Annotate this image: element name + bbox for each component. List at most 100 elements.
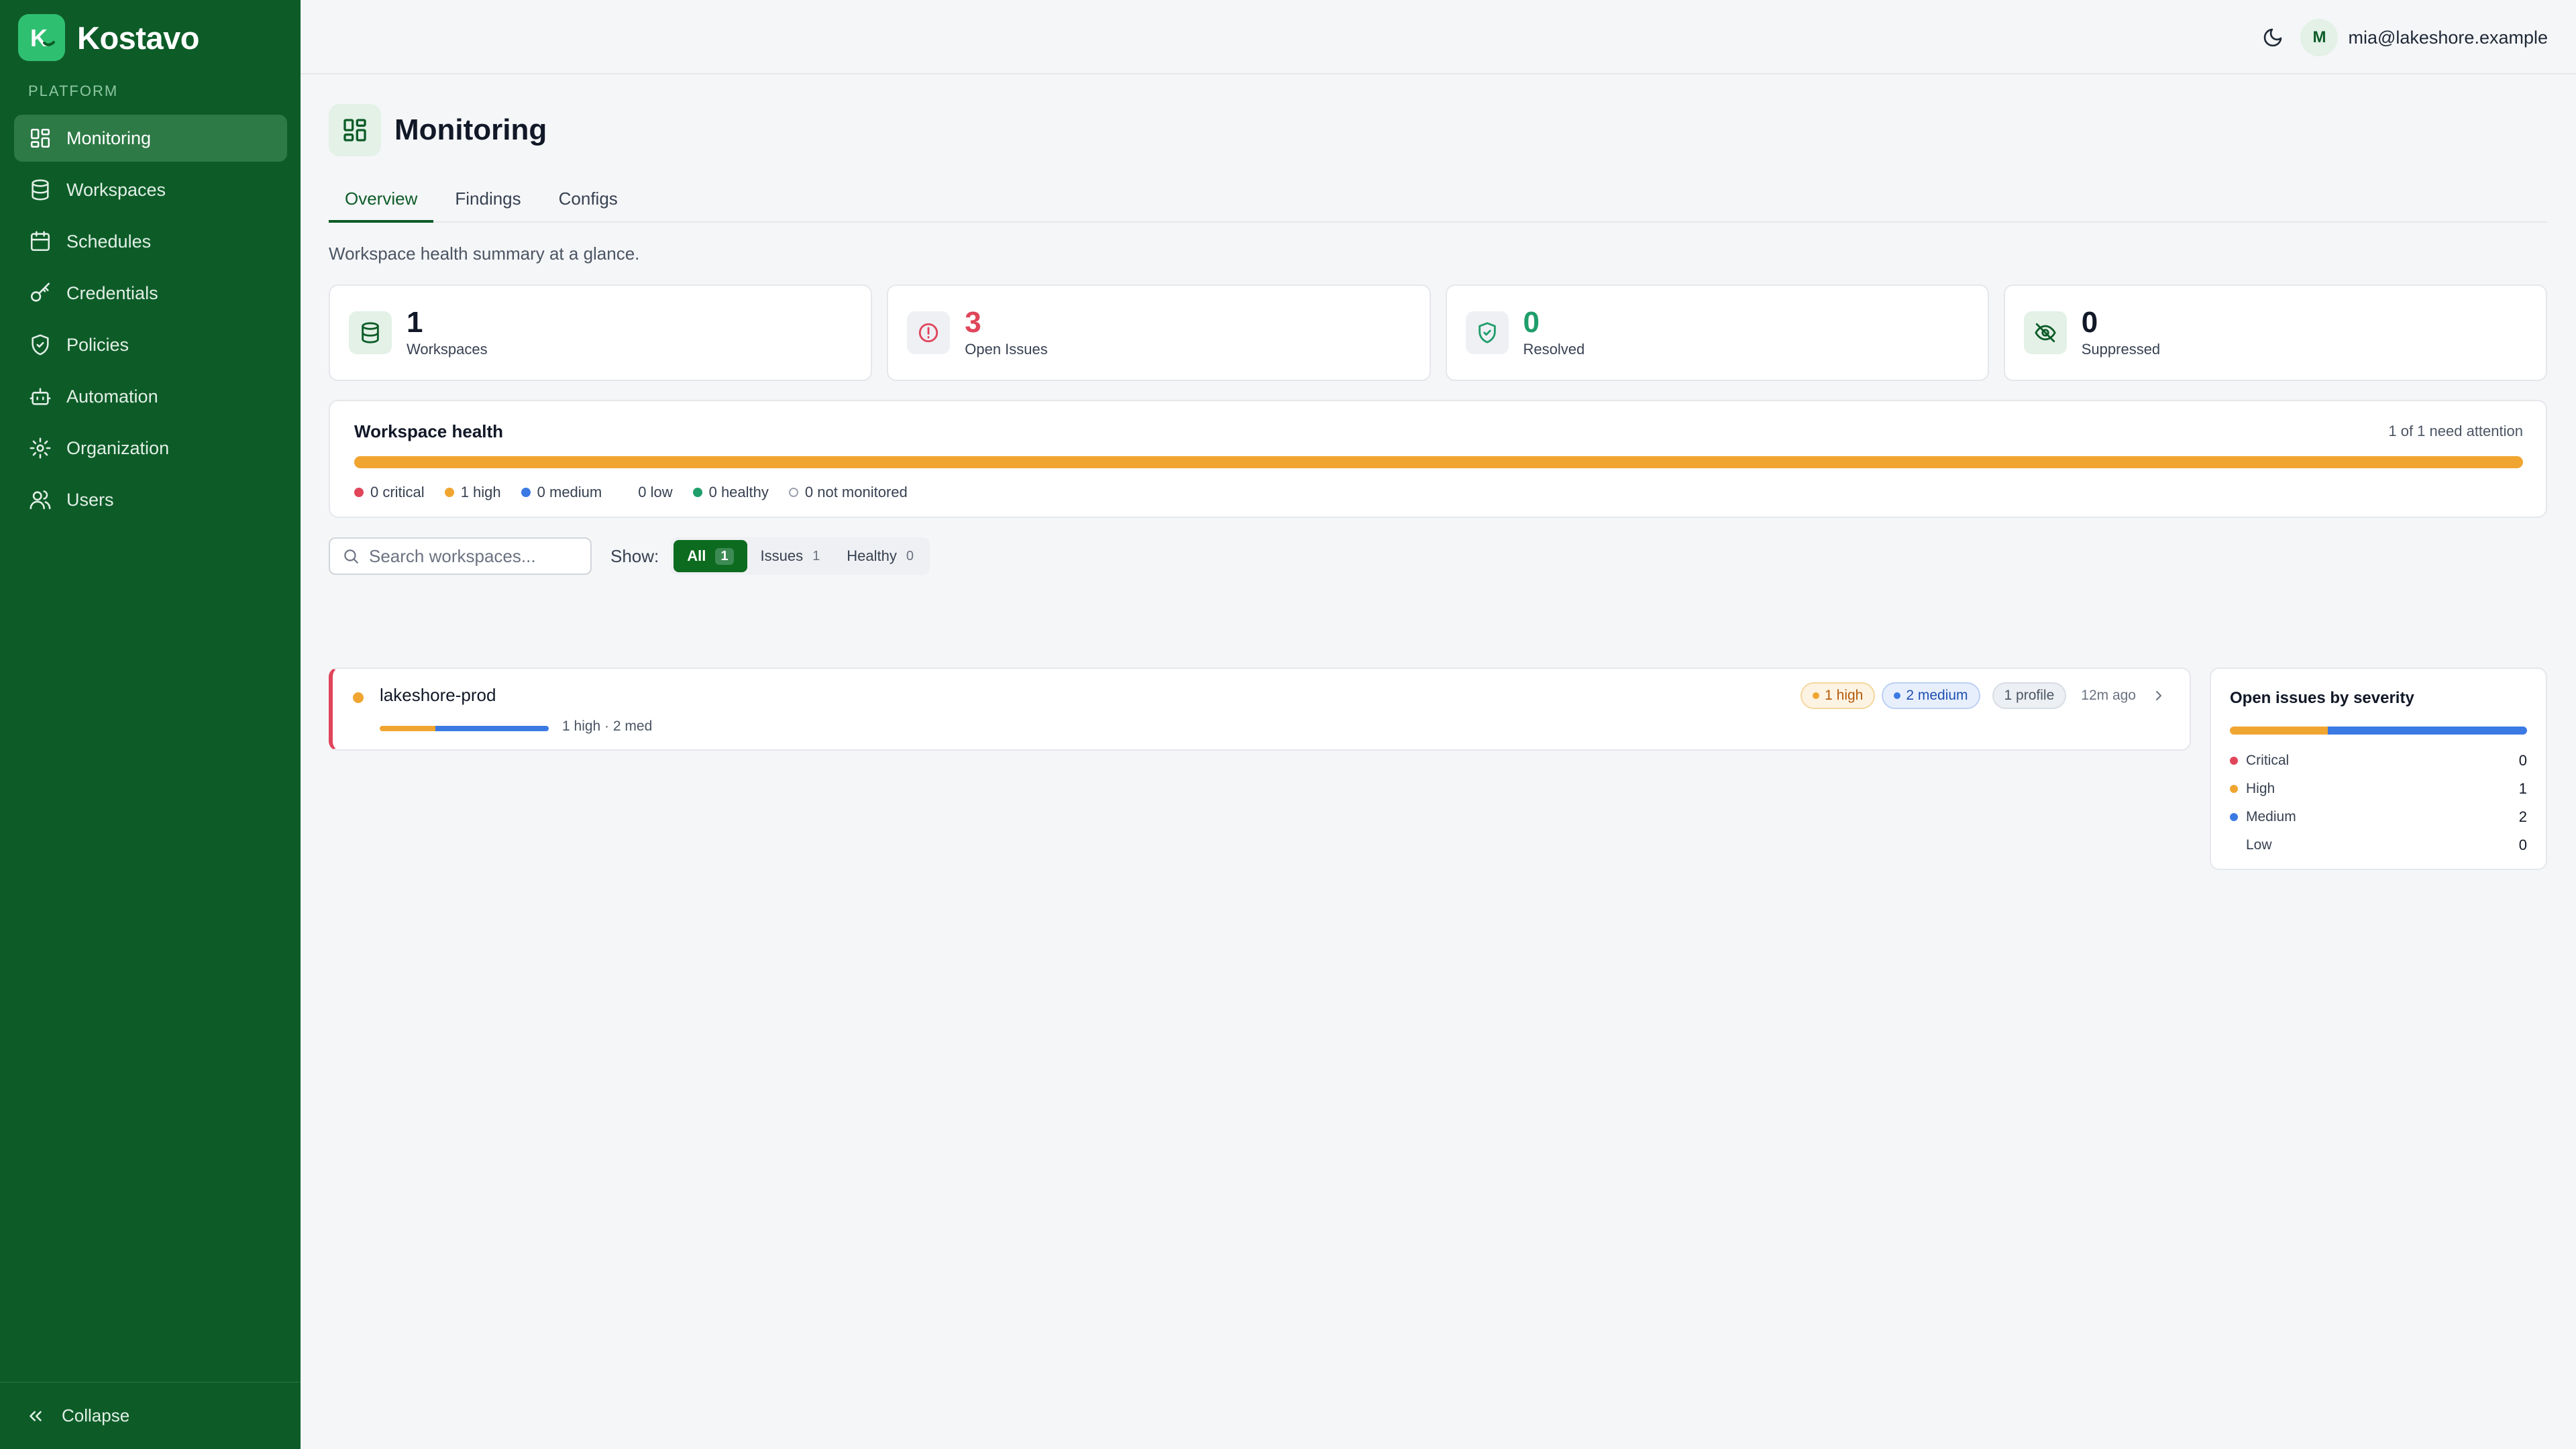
- stat-value: 1: [407, 305, 423, 339]
- tab-findings[interactable]: Findings: [439, 176, 537, 223]
- workspace-name: lakeshore-prod: [380, 685, 496, 705]
- high-badge: 1 high: [1801, 682, 1876, 709]
- brand-logo-icon: K: [18, 14, 65, 61]
- stat-label: Open Issues: [965, 341, 1048, 358]
- sidebar-item-label: Schedules: [66, 231, 152, 252]
- sidebar-item-workspaces[interactable]: Workspaces: [14, 166, 287, 213]
- gear-icon: [30, 437, 51, 459]
- sidebar-section-label: PLATFORM: [28, 83, 119, 99]
- stat-value: 3: [965, 305, 981, 339]
- page-title: Monitoring: [394, 113, 547, 146]
- tab-configs[interactable]: Configs: [543, 176, 634, 223]
- sidebar-item-label: Monitoring: [66, 127, 152, 148]
- shield-check-icon: [1465, 311, 1509, 354]
- stat-label: Resolved: [1523, 341, 1585, 358]
- stat-value: 0: [1523, 305, 1540, 339]
- search-icon: [344, 549, 358, 564]
- page-subtitle: Workspace health summary at a glance.: [329, 244, 640, 264]
- health-legend: 0 critical 1 high 0 medium 0 low 0 healt…: [354, 484, 928, 501]
- workspace-issue-bar: [380, 726, 549, 731]
- show-label: Show:: [610, 545, 659, 566]
- search-input[interactable]: [369, 545, 584, 567]
- severity-row-high: High 1: [2230, 775, 2527, 803]
- tab-bar: Overview Findings Configs: [329, 176, 2547, 223]
- severity-title: Open issues by severity: [2230, 689, 2414, 707]
- workspace-health-card: Workspace health 1 of 1 need attention 0…: [329, 400, 2547, 518]
- database-icon: [349, 311, 392, 354]
- stat-card-resolved: 0 Resolved: [1445, 284, 1989, 381]
- filter-segmented-control: All 1 Issues 1 Healthy 0: [671, 537, 930, 575]
- dashboard-icon: [30, 128, 50, 148]
- sidebar-item-users[interactable]: Users: [14, 476, 287, 523]
- dashboard-icon: [329, 104, 381, 156]
- severity-bar: [2230, 727, 2527, 735]
- stat-label: Suppressed: [2081, 341, 2161, 358]
- sidebar-item-label: Users: [66, 489, 114, 510]
- sidebar-item-policies[interactable]: Policies: [14, 321, 287, 368]
- database-icon: [32, 179, 49, 201]
- users-icon: [30, 490, 51, 510]
- workspace-timestamp: 12m ago: [2081, 688, 2136, 703]
- filter-count: 0: [906, 548, 914, 564]
- chevron-right-icon[interactable]: [2151, 688, 2167, 704]
- stat-card-workspaces: 1 Workspaces: [329, 284, 873, 381]
- moon-icon: [2263, 28, 2282, 47]
- stat-card-suppressed: 0 Suppressed: [2003, 284, 2547, 381]
- collapse-button[interactable]: Collapse: [0, 1382, 301, 1449]
- filter-row: Show: All1 Issues1 Healthy0: [329, 537, 930, 575]
- filter-all-button[interactable]: All 1: [674, 540, 747, 572]
- page-header: Monitoring: [329, 104, 547, 156]
- medium-badge: 2 medium: [1882, 682, 1980, 709]
- tab-overview[interactable]: Overview: [329, 176, 434, 223]
- severity-list: Critical 0 High 1 Medium 2 Low 0: [2230, 747, 2527, 859]
- theme-toggle-button[interactable]: [2258, 23, 2288, 52]
- legend-critical: 0 critical: [354, 484, 425, 501]
- severity-row-medium: Medium 2: [2230, 803, 2527, 831]
- sidebar-item-automation[interactable]: Automation: [14, 373, 287, 420]
- legend-not-monitored: 0 not monitored: [788, 484, 908, 501]
- sidebar-item-schedules[interactable]: Schedules: [14, 218, 287, 265]
- sidebar-item-label: Automation: [66, 386, 158, 407]
- severity-card: Open issues by severity Critical 0 High …: [2210, 667, 2547, 870]
- sidebar-item-label: Workspaces: [66, 179, 166, 200]
- filter-issues-button[interactable]: Issues 1: [747, 540, 834, 572]
- status-dot: [353, 692, 364, 703]
- workspace-meta: 1 high 2 medium 1 profile 12m ago: [1794, 682, 2167, 709]
- sidebar-item-credentials[interactable]: Credentials: [14, 270, 287, 317]
- sidebar-item-monitoring[interactable]: Monitoring: [14, 115, 287, 162]
- health-title: Workspace health: [354, 421, 504, 441]
- sidebar-item-organization[interactable]: Organization: [14, 425, 287, 472]
- workspace-summary: 1 high · 2 med: [562, 718, 653, 734]
- filter-count: 1: [715, 547, 734, 565]
- sidebar-item-label: Organization: [66, 437, 170, 458]
- profile-badge: 1 profile: [1992, 682, 2067, 709]
- sidebar-nav: Monitoring Workspaces Schedules Credenti…: [14, 115, 287, 528]
- bot-icon: [30, 388, 51, 405]
- top-bar: M mia@lakeshore.example: [301, 0, 2576, 74]
- legend-high: 1 high: [444, 484, 501, 501]
- severity-row-critical: Critical 0: [2230, 747, 2527, 775]
- user-email: mia@lakeshore.example: [2348, 27, 2548, 48]
- legend-healthy: 0 healthy: [692, 484, 769, 501]
- stat-card-open-issues: 3 Open Issues: [887, 284, 1431, 381]
- collapse-label: Collapse: [62, 1405, 130, 1426]
- key-icon: [30, 282, 50, 302]
- severity-row-low: Low 0: [2246, 837, 2527, 853]
- stat-label: Workspaces: [407, 341, 488, 358]
- svg-text:K: K: [30, 24, 48, 52]
- user-menu[interactable]: M mia@lakeshore.example: [2300, 19, 2548, 56]
- avatar: M: [2300, 19, 2339, 56]
- chevrons-left-icon: [30, 1411, 42, 1421]
- brand[interactable]: K Kostavo: [18, 14, 199, 61]
- legend-low: 0 low: [638, 484, 673, 500]
- filter-count: 1: [812, 548, 820, 564]
- legend-medium: 0 medium: [521, 484, 602, 501]
- workspace-row[interactable]: lakeshore-prod 1 high · 2 med 1 high 2 m…: [329, 667, 2191, 751]
- filter-healthy-button[interactable]: Healthy 0: [833, 540, 927, 572]
- shield-icon: [32, 334, 49, 356]
- sidebar: K Kostavo PLATFORM Monitoring Workspaces…: [0, 0, 301, 1449]
- calendar-icon: [30, 231, 50, 252]
- stat-value: 0: [2081, 305, 2098, 339]
- brand-name: Kostavo: [77, 19, 199, 56]
- search-box[interactable]: [329, 537, 592, 575]
